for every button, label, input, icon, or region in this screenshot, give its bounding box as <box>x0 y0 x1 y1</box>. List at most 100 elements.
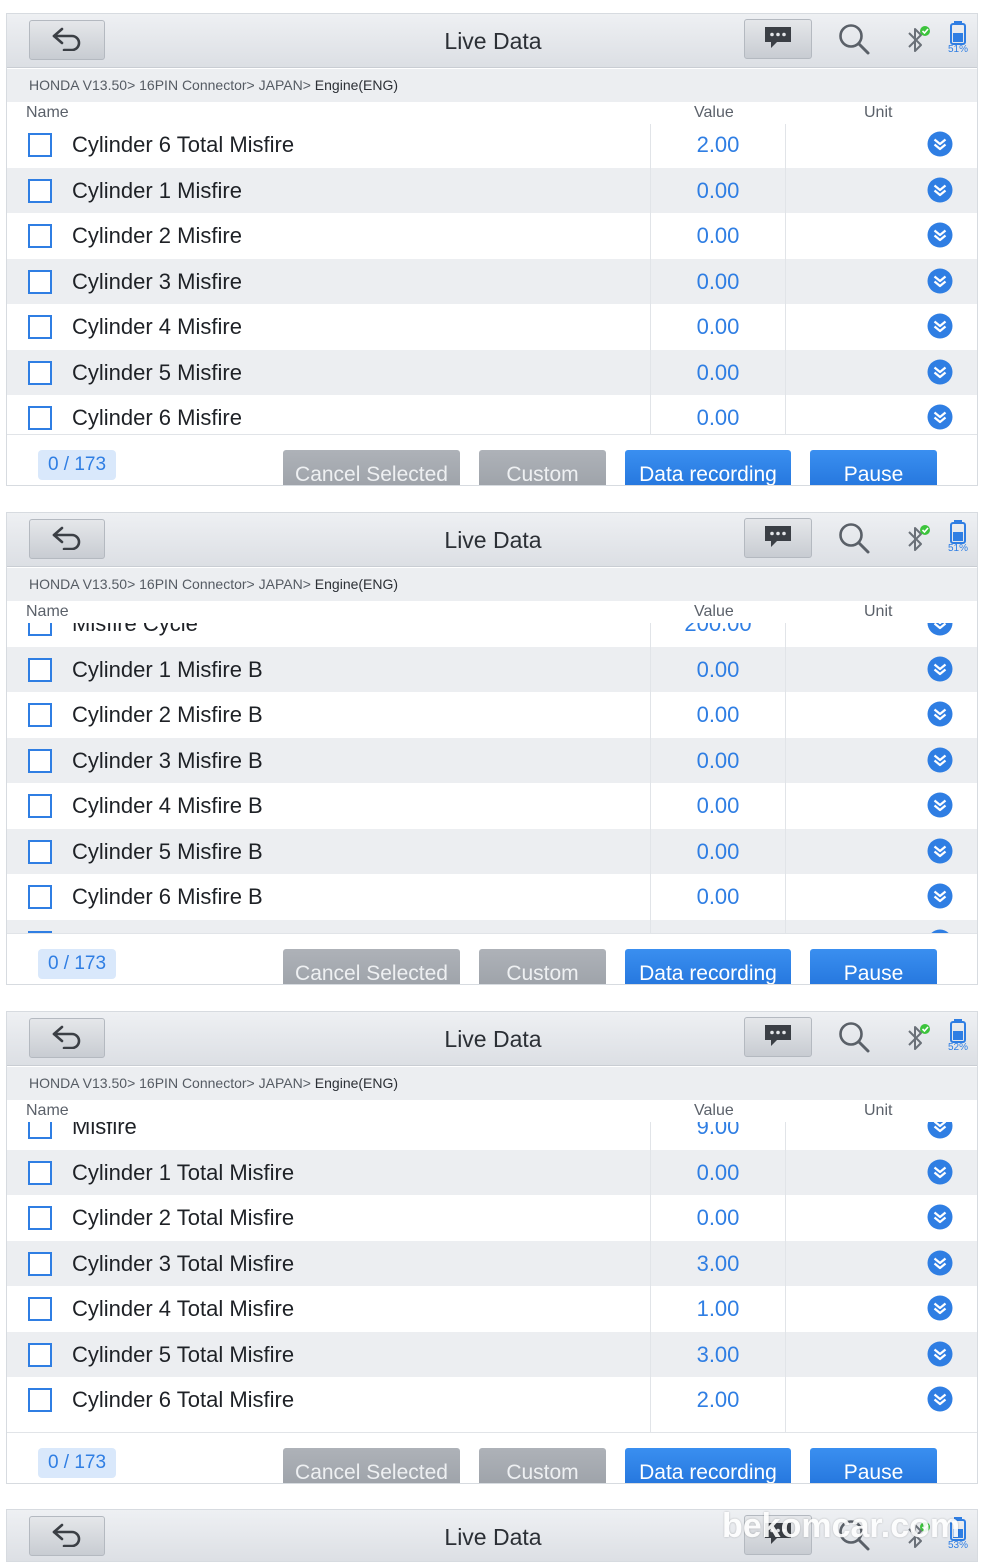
data-row[interactable]: Cylinder 5 Misfire 0.00 <box>7 349 977 395</box>
search-icon[interactable] <box>837 1020 871 1054</box>
chat-bubble-icon <box>763 1022 793 1053</box>
pause-button[interactable]: Pause <box>810 450 937 485</box>
live-data-list[interactable]: Cylinder 6 Total Misfire 2.00 Cylinder 1 M… <box>7 124 977 434</box>
row-checkbox[interactable] <box>28 1160 52 1185</box>
column-divider <box>650 601 651 933</box>
live-data-list[interactable]: Misfire 9.00 Cylinder 1 Total Misfire 0.00 C… <box>7 1122 977 1432</box>
data-row[interactable]: Misfire Cycle B2060.00 <box>7 919 977 933</box>
custom-button[interactable]: Custom <box>479 949 606 984</box>
cancel-selected-button[interactable]: Cancel Selected <box>283 450 460 485</box>
row-checkbox[interactable] <box>28 269 52 294</box>
row-name: Cylinder 4 Misfire B <box>72 793 263 818</box>
data-row[interactable]: Cylinder 2 Misfire B 0.00 <box>7 692 977 737</box>
message-button[interactable] <box>744 19 812 59</box>
row-checkbox[interactable] <box>28 1388 52 1412</box>
expand-chevron-icon[interactable] <box>927 1386 953 1412</box>
row-checkbox[interactable] <box>28 748 52 773</box>
data-recording-button[interactable]: Data recording <box>625 1448 791 1483</box>
row-checkbox[interactable] <box>28 1342 52 1367</box>
data-recording-button[interactable]: Data recording <box>625 949 791 984</box>
row-value: 0.00 <box>696 884 740 909</box>
column-unit-header: Unit <box>864 603 893 620</box>
row-checkbox[interactable] <box>28 406 52 430</box>
row-checkbox[interactable] <box>28 133 52 157</box>
row-name: Cylinder 6 Total Misfire <box>72 1387 295 1412</box>
pause-button[interactable]: Pause <box>810 1448 937 1483</box>
expand-chevron-icon[interactable] <box>927 268 953 294</box>
data-row[interactable]: Cylinder 3 Misfire 0.00 <box>7 258 977 304</box>
expand-chevron-icon[interactable] <box>927 1341 953 1367</box>
live-data-list[interactable]: Misfire Cycle 200.00 Cylinder 1 Misfire B 0… <box>7 623 977 933</box>
row-checkbox[interactable] <box>28 1251 52 1276</box>
row-checkbox[interactable] <box>28 178 52 203</box>
title-bar: Live Data 52% <box>7 1012 977 1066</box>
expand-chevron-icon[interactable] <box>927 1204 953 1230</box>
expand-chevron-icon[interactable] <box>927 131 953 157</box>
expand-chevron-icon[interactable] <box>927 701 953 727</box>
data-row[interactable]: Misfire Cycle 200.00 <box>7 623 977 646</box>
data-row[interactable]: Cylinder 4 Misfire 0.00 <box>7 304 977 349</box>
expand-chevron-icon[interactable] <box>927 1159 953 1185</box>
data-row[interactable]: Cylinder 1 Misfire B 0.00 <box>7 646 977 692</box>
search-icon[interactable] <box>837 22 871 56</box>
row-checkbox[interactable] <box>28 224 52 248</box>
data-recording-button[interactable]: Data recording <box>625 450 791 485</box>
row-checkbox[interactable] <box>28 360 52 385</box>
data-row[interactable]: Cylinder 1 Total Misfire 0.00 <box>7 1149 977 1195</box>
expand-chevron-icon[interactable] <box>927 623 953 636</box>
breadcrumb-separator: > <box>246 576 259 592</box>
data-row[interactable]: Cylinder 2 Total Misfire 0.00 <box>7 1195 977 1240</box>
expand-chevron-icon[interactable] <box>927 177 953 203</box>
row-checkbox[interactable] <box>28 657 52 682</box>
row-name: Cylinder 4 Misfire <box>72 314 242 339</box>
expand-chevron-icon[interactable] <box>927 883 953 909</box>
message-button[interactable] <box>744 518 812 558</box>
custom-button[interactable]: Custom <box>479 450 606 485</box>
row-checkbox[interactable] <box>28 703 52 727</box>
row-checkbox[interactable] <box>28 794 52 818</box>
data-row[interactable]: Cylinder 6 Misfire 0.00 <box>7 395 977 434</box>
expand-chevron-icon[interactable] <box>927 838 953 864</box>
column-unit-header: Unit <box>864 104 893 121</box>
message-button[interactable] <box>744 1017 812 1057</box>
data-row[interactable]: Cylinder 3 Misfire B 0.00 <box>7 737 977 783</box>
data-row[interactable]: Cylinder 5 Misfire B 0.00 <box>7 828 977 874</box>
expand-chevron-icon[interactable] <box>927 313 953 339</box>
custom-button[interactable]: Custom <box>479 1448 606 1483</box>
expand-chevron-icon[interactable] <box>927 1122 953 1139</box>
live-data-screen: Live Data 51% HONDA V13.50> 16PIN Connecto… <box>6 13 978 486</box>
expand-chevron-icon[interactable] <box>927 359 953 385</box>
data-row[interactable]: Cylinder 2 Misfire 0.00 <box>7 213 977 258</box>
pause-button[interactable]: Pause <box>810 949 937 984</box>
cancel-selected-button[interactable]: Cancel Selected <box>283 949 460 984</box>
row-checkbox[interactable] <box>28 1122 52 1139</box>
row-checkbox[interactable] <box>28 839 52 864</box>
column-name-header: Name <box>26 104 69 121</box>
expand-chevron-icon[interactable] <box>927 222 953 248</box>
breadcrumb-item: JAPAN <box>258 576 303 592</box>
data-row[interactable]: Cylinder 4 Misfire B 0.00 <box>7 783 977 828</box>
expand-chevron-icon[interactable] <box>927 1295 953 1321</box>
data-row[interactable]: Misfire 9.00 <box>7 1122 977 1149</box>
data-row[interactable]: Cylinder 3 Total Misfire 3.00 <box>7 1240 977 1286</box>
expand-chevron-icon[interactable] <box>927 404 953 430</box>
data-row[interactable]: Cylinder 6 Total Misfire 2.00 <box>7 1377 977 1422</box>
data-row[interactable]: Cylinder 4 Total Misfire 1.00 <box>7 1286 977 1331</box>
data-row[interactable]: Cylinder 5 Total Misfire 3.00 <box>7 1331 977 1377</box>
row-checkbox[interactable] <box>28 315 52 339</box>
data-row[interactable]: Cylinder 1 Misfire 0.00 <box>7 167 977 213</box>
battery-level: 51% <box>947 543 968 554</box>
expand-chevron-icon[interactable] <box>927 1250 953 1276</box>
expand-chevron-icon[interactable] <box>927 792 953 818</box>
data-row[interactable]: Cylinder 6 Misfire B 0.00 <box>7 874 977 919</box>
row-checkbox[interactable] <box>28 885 52 909</box>
breadcrumb-item: 16PIN Connector <box>139 576 247 592</box>
data-row[interactable]: Cylinder 6 Total Misfire 2.00 <box>7 124 977 167</box>
expand-chevron-icon[interactable] <box>927 656 953 682</box>
row-checkbox[interactable] <box>28 623 52 636</box>
expand-chevron-icon[interactable] <box>927 747 953 773</box>
cancel-selected-button[interactable]: Cancel Selected <box>283 1448 460 1483</box>
row-checkbox[interactable] <box>28 1297 52 1321</box>
search-icon[interactable] <box>837 521 871 555</box>
row-checkbox[interactable] <box>28 1206 52 1230</box>
